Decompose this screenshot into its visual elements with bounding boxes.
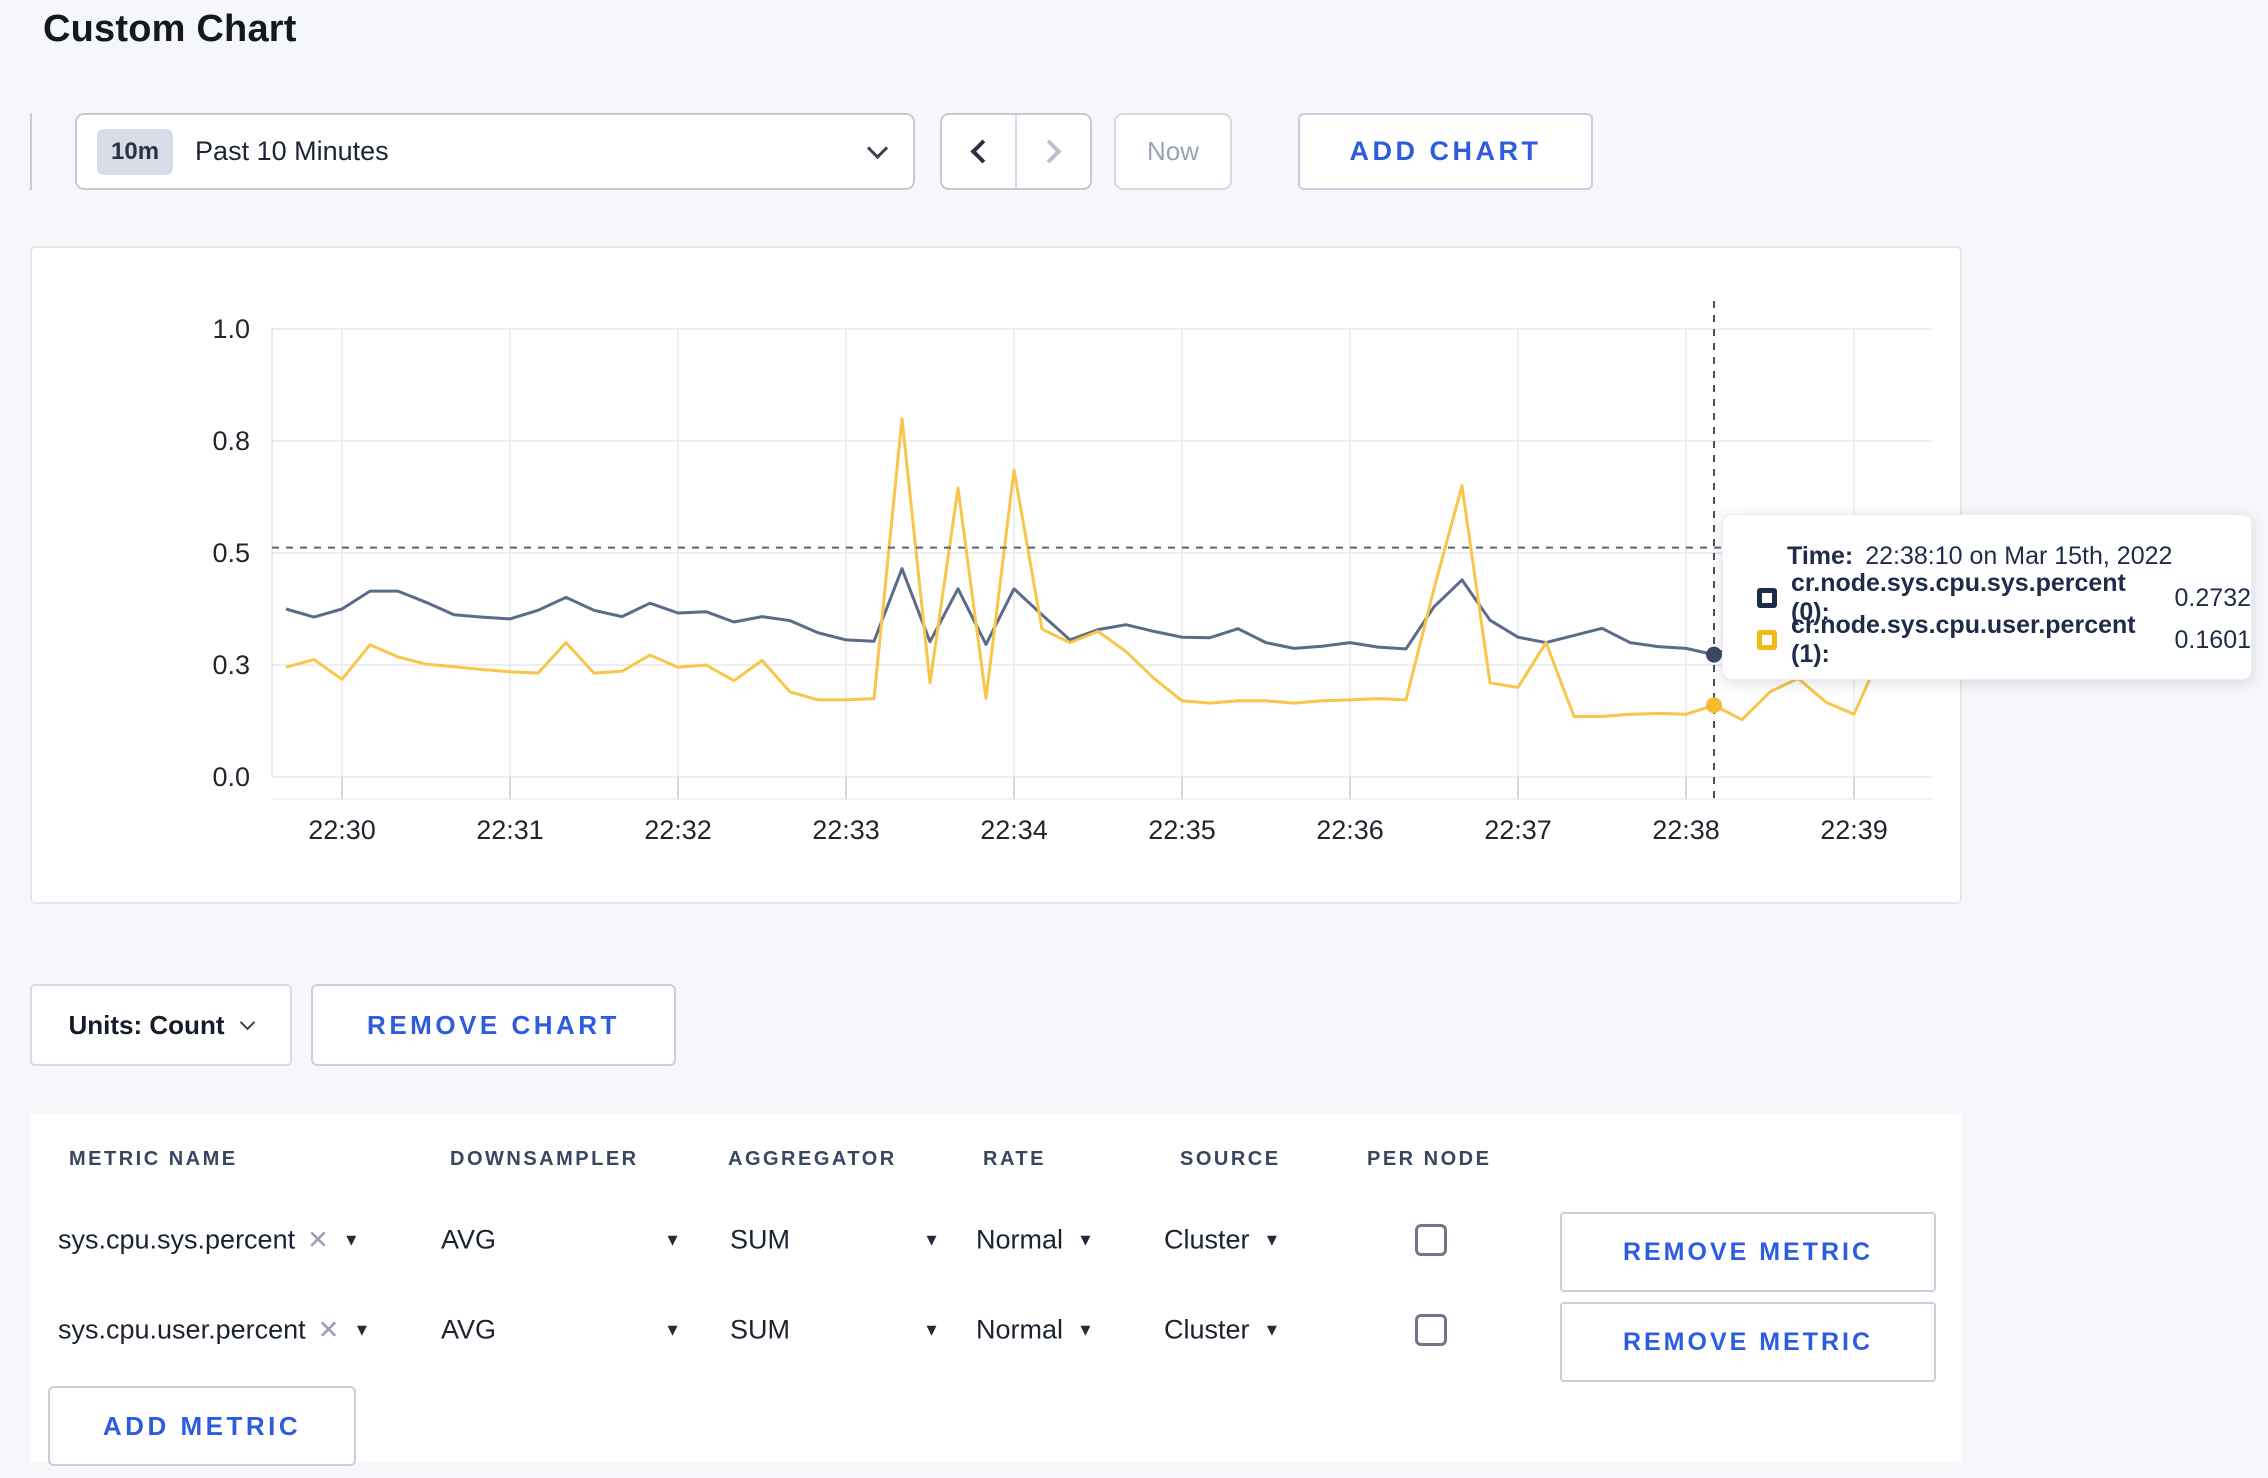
clear-icon[interactable]: ✕ [307,1225,329,1256]
svg-text:22:31: 22:31 [476,815,544,845]
remove-chart-button[interactable]: REMOVE CHART [311,984,676,1066]
svg-text:0.0: 0.0 [212,762,250,792]
now-button[interactable]: Now [1114,113,1232,190]
time-range-badge: 10m [97,128,174,175]
page-title: Custom Chart [43,8,297,50]
rate-select[interactable]: Normal ▼ [976,1225,1094,1256]
caret-down-icon: ▼ [664,1320,681,1339]
time-range-label: Past 10 Minutes [195,136,389,166]
units-label: Units: Count [68,1009,225,1040]
add-metric-button[interactable]: ADD METRIC [48,1386,356,1466]
source-select[interactable]: Cluster ▼ [1164,1315,1280,1346]
source-value: Cluster [1164,1224,1250,1255]
time-nav-group [940,113,1092,190]
svg-text:0.5: 0.5 [212,538,250,568]
svg-text:22:38: 22:38 [1652,815,1720,845]
col-header-per-node: PER NODE [1367,1148,1492,1170]
metric-name-select[interactable]: sys.cpu.sys.percent ✕ ▼ [58,1225,360,1256]
svg-text:22:39: 22:39 [1820,815,1888,845]
tooltip-series-user-value: 0.1601 [2174,625,2251,654]
next-time-button[interactable] [1017,115,1090,188]
tooltip-series-sys-value: 0.2732 [2174,583,2251,612]
col-header-rate: RATE [983,1148,1046,1170]
svg-text:1.0: 1.0 [212,314,250,344]
source-value: Cluster [1164,1314,1250,1345]
aggregator-select[interactable]: SUM ▼ [730,1315,940,1346]
caret-down-icon: ▼ [923,1320,940,1339]
metric-name-select[interactable]: sys.cpu.user.percent ✕ ▼ [58,1315,370,1346]
svg-text:22:35: 22:35 [1148,815,1216,845]
caret-down-icon: ▼ [353,1320,371,1339]
rate-value: Normal [976,1314,1064,1345]
col-header-metric-name: METRIC NAME [69,1148,238,1170]
caret-down-icon: ▼ [1263,1230,1281,1249]
tooltip-time-value: 22:38:10 on Mar 15th, 2022 [1865,541,2173,570]
prev-time-button[interactable] [942,115,1017,188]
aggregator-select[interactable]: SUM ▼ [730,1225,940,1256]
downsampler-value: AVG [441,1314,497,1345]
remove-metric-button[interactable]: REMOVE METRIC [1560,1212,1936,1292]
toolbar-left-divider [30,113,32,190]
col-header-source: SOURCE [1180,1148,1281,1170]
time-range-dropdown[interactable]: 10m Past 10 Minutes [75,113,915,190]
downsampler-select[interactable]: AVG ▼ [441,1315,681,1346]
caret-down-icon: ▼ [342,1230,360,1249]
col-header-aggregator: AGGREGATOR [728,1148,897,1170]
col-header-downsampler: DOWNSAMPLER [450,1148,639,1170]
svg-text:22:33: 22:33 [812,815,880,845]
caret-down-icon: ▼ [1077,1320,1094,1339]
svg-text:22:32: 22:32 [644,815,712,845]
chevron-down-icon [866,137,889,160]
svg-text:22:36: 22:36 [1316,815,1384,845]
per-node-checkbox[interactable] [1415,1314,1447,1346]
rate-value: Normal [976,1224,1064,1255]
svg-text:22:30: 22:30 [308,815,376,845]
chart-tooltip: Time: 22:38:10 on Mar 15th, 2022 cr.node… [1722,514,2252,680]
metric-name-value: sys.cpu.user.percent [58,1314,306,1345]
chevron-right-icon [1037,139,1062,164]
downsampler-select[interactable]: AVG ▼ [441,1225,681,1256]
units-dropdown[interactable]: Units: Count [30,984,292,1066]
clear-icon[interactable]: ✕ [318,1315,340,1346]
remove-metric-button[interactable]: REMOVE METRIC [1560,1302,1936,1382]
chevron-left-icon [970,139,995,164]
caret-down-icon: ▼ [923,1230,940,1249]
caret-down-icon: ▼ [1263,1320,1281,1339]
add-chart-button[interactable]: ADD CHART [1298,113,1593,190]
per-node-checkbox[interactable] [1415,1224,1447,1256]
aggregator-value: SUM [730,1224,790,1255]
tooltip-series-user-label: cr.node.sys.cpu.user.percent (1): [1791,611,2136,668]
downsampler-value: AVG [441,1224,497,1255]
timeseries-chart[interactable]: 0.0 0.3 0.5 0.8 1.0 22:30 22:31 22:32 22:33 22:34… [32,248,1960,902]
svg-text:0.8: 0.8 [212,426,250,456]
svg-text:22:37: 22:37 [1484,815,1552,845]
series-user-swatch-icon [1757,630,1777,650]
tooltip-time-prefix: Time: [1787,541,1854,570]
series-sys-swatch-icon [1757,588,1777,608]
rate-select[interactable]: Normal ▼ [976,1315,1094,1346]
caret-down-icon: ▼ [1077,1230,1094,1249]
caret-down-icon: ▼ [664,1230,681,1249]
chevron-down-icon [240,1014,256,1030]
svg-text:0.3: 0.3 [212,650,250,680]
timeseries-chart-card[interactable]: 0.0 0.3 0.5 0.8 1.0 22:30 22:31 22:32 22:33 22:34… [30,246,1962,904]
aggregator-value: SUM [730,1314,790,1345]
svg-text:22:34: 22:34 [980,815,1048,845]
source-select[interactable]: Cluster ▼ [1164,1225,1280,1256]
metric-name-value: sys.cpu.sys.percent [58,1224,296,1255]
